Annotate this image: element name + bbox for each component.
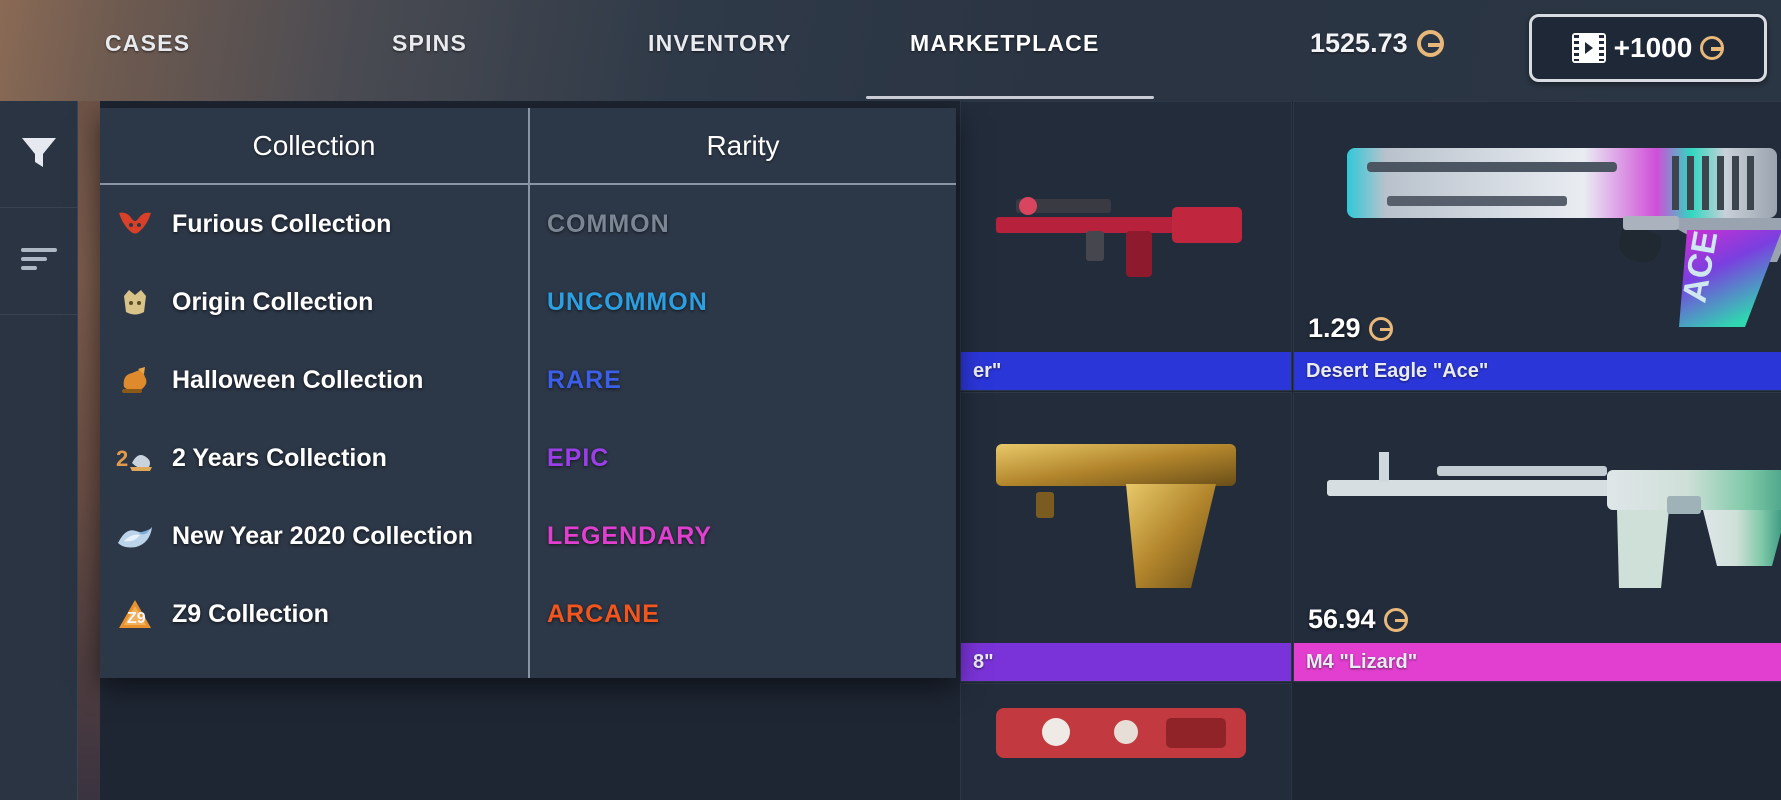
rarity-item-rare[interactable]: RARE bbox=[530, 341, 956, 419]
furious-emblem-icon bbox=[116, 205, 154, 243]
price-value: 56.94 bbox=[1308, 604, 1376, 634]
g-coin-icon bbox=[1368, 316, 1393, 341]
rarity-item-epic[interactable]: EPIC bbox=[530, 419, 956, 497]
red-skull-weapon-icon bbox=[996, 708, 1246, 758]
rarity-item-arcane[interactable]: ARCANE bbox=[530, 575, 956, 653]
card-thumbnail bbox=[961, 102, 1291, 352]
rarity-item-legendary[interactable]: LEGENDARY bbox=[530, 497, 956, 575]
g-coin-icon bbox=[1383, 607, 1408, 632]
collection-column-header: Collection bbox=[100, 108, 528, 185]
collection-item-partial[interactable]: Apple​storage Collection bbox=[100, 653, 528, 679]
marketplace-card[interactable]: ACE 1.29 Desert Eagle "Ace" bbox=[1293, 101, 1781, 391]
side-accent-strip bbox=[78, 101, 100, 800]
collection-item-new-year-2020[interactable]: New Year 2020 Collection bbox=[100, 497, 528, 575]
collection-item-label: New Year 2020 Collection bbox=[172, 521, 474, 550]
tab-label: SPINS bbox=[392, 30, 468, 56]
rarity-item-common[interactable]: COMMON bbox=[530, 185, 956, 263]
collection-item-label: Furious Collection bbox=[172, 209, 392, 238]
rarity-label: COMMON bbox=[547, 209, 670, 238]
collection-item-label: Z9 Collection bbox=[172, 599, 329, 628]
funnel-icon bbox=[19, 134, 59, 175]
card-thumbnail bbox=[961, 684, 1291, 800]
card-name: er" bbox=[973, 359, 1002, 382]
sort-button[interactable] bbox=[0, 208, 78, 315]
card-name: M4 "Lizard" bbox=[1306, 650, 1418, 673]
partial-emblem-icon bbox=[116, 673, 154, 678]
filter-dropdown-panel: Collection Furious Collection Origin Col… bbox=[100, 108, 956, 678]
rarity-label: LEGENDARY bbox=[547, 521, 713, 550]
tab-inventory[interactable]: INVENTORY bbox=[648, 30, 792, 57]
collection-list: Furious Collection Origin Collection Hal… bbox=[100, 185, 528, 679]
two-years-emblem-icon: 2 bbox=[116, 439, 154, 477]
tab-cases[interactable]: CASES bbox=[105, 30, 190, 57]
card-name: 8" bbox=[973, 650, 994, 673]
card-thumbnail bbox=[961, 393, 1291, 643]
balance-display: 1525.73 bbox=[1310, 28, 1444, 59]
collection-item-label: Apple​storage Collection bbox=[172, 678, 460, 679]
marketplace-card[interactable]: 56.94 M4 "Lizard" bbox=[1293, 392, 1781, 682]
card-name-bar[interactable]: Desert Eagle "Ace" bbox=[1294, 352, 1781, 390]
origin-emblem-icon bbox=[116, 283, 154, 321]
collection-item-furious[interactable]: Furious Collection bbox=[100, 185, 528, 263]
m4-lizard-icon bbox=[1327, 452, 1781, 588]
rarity-column: Rarity COMMON UNCOMMON RARE EPIC LEGENDA… bbox=[528, 108, 956, 678]
z9-emblem-icon: Z9 bbox=[116, 595, 154, 633]
top-navigation-bar: CASES SPINS INVENTORY MARKETPLACE 1525.7… bbox=[0, 0, 1781, 101]
collection-column: Collection Furious Collection Origin Col… bbox=[100, 108, 528, 678]
rarity-label: RARE bbox=[547, 365, 622, 394]
watch-ad-bonus-button[interactable]: +1000 bbox=[1529, 14, 1767, 82]
rarity-list: COMMON UNCOMMON RARE EPIC LEGENDARY ARCA… bbox=[530, 185, 956, 653]
card-name: Desert Eagle "Ace" bbox=[1306, 359, 1489, 382]
marketplace-card[interactable]: 8" bbox=[960, 392, 1292, 682]
new-year-emblem-icon bbox=[116, 517, 154, 555]
card-name-bar[interactable]: er" bbox=[961, 352, 1291, 390]
filter-button[interactable] bbox=[0, 101, 78, 208]
rarity-item-uncommon[interactable]: UNCOMMON bbox=[530, 263, 956, 341]
active-tab-underline bbox=[866, 96, 1154, 99]
sort-lines-icon bbox=[19, 246, 59, 277]
tab-marketplace[interactable]: MARKETPLACE bbox=[910, 30, 1100, 57]
collection-item-label: 2 Years Collection bbox=[172, 443, 387, 472]
collection-item-label: Halloween Collection bbox=[172, 365, 424, 394]
gold-pistol-icon bbox=[996, 444, 1236, 588]
collection-item-label: Origin Collection bbox=[172, 287, 374, 316]
bonus-amount-label: +1000 bbox=[1613, 32, 1693, 63]
g-coin-icon bbox=[1700, 36, 1725, 60]
tab-label: INVENTORY bbox=[648, 30, 792, 56]
collection-item-z9[interactable]: Z9 Z9 Collection bbox=[100, 575, 528, 653]
marketplace-card[interactable]: er" bbox=[960, 101, 1292, 391]
g-coin-icon bbox=[1416, 30, 1444, 57]
collection-item-halloween[interactable]: Halloween Collection bbox=[100, 341, 528, 419]
rarity-column-header: Rarity bbox=[530, 108, 956, 185]
price-value: 1.29 bbox=[1308, 313, 1361, 343]
rarity-label: ARCANE bbox=[547, 599, 660, 628]
video-ad-icon bbox=[1571, 33, 1606, 63]
desert-eagle-ace-icon: ACE bbox=[1347, 148, 1781, 327]
svg-text:2: 2 bbox=[116, 446, 128, 471]
card-name-bar[interactable]: M4 "Lizard" bbox=[1294, 643, 1781, 681]
tab-label: CASES bbox=[105, 30, 191, 56]
tab-spins[interactable]: SPINS bbox=[392, 30, 467, 57]
collection-item-2-years[interactable]: 2 2 Years Collection bbox=[100, 419, 528, 497]
svg-text:Z9: Z9 bbox=[127, 610, 146, 627]
sniper-rifle-red-icon bbox=[996, 197, 1242, 277]
marketplace-card[interactable] bbox=[960, 683, 1292, 800]
app-root: er" ACE 1.29 Desert Eagle "Ace" 8" 56.94… bbox=[0, 0, 1781, 800]
halloween-emblem-icon bbox=[116, 361, 154, 399]
card-name-bar[interactable]: 8" bbox=[961, 643, 1291, 681]
rarity-label: UNCOMMON bbox=[547, 287, 708, 316]
balance-amount: 1525.73 bbox=[1310, 28, 1408, 58]
collection-item-origin[interactable]: Origin Collection bbox=[100, 263, 528, 341]
rarity-label: EPIC bbox=[547, 443, 610, 472]
left-toolbar bbox=[0, 101, 78, 800]
card-price: 1.29 bbox=[1308, 313, 1393, 344]
card-price: 56.94 bbox=[1308, 604, 1408, 635]
nav-items: CASES SPINS INVENTORY MARKETPLACE bbox=[0, 0, 1781, 101]
tab-label: MARKETPLACE bbox=[910, 30, 1100, 56]
